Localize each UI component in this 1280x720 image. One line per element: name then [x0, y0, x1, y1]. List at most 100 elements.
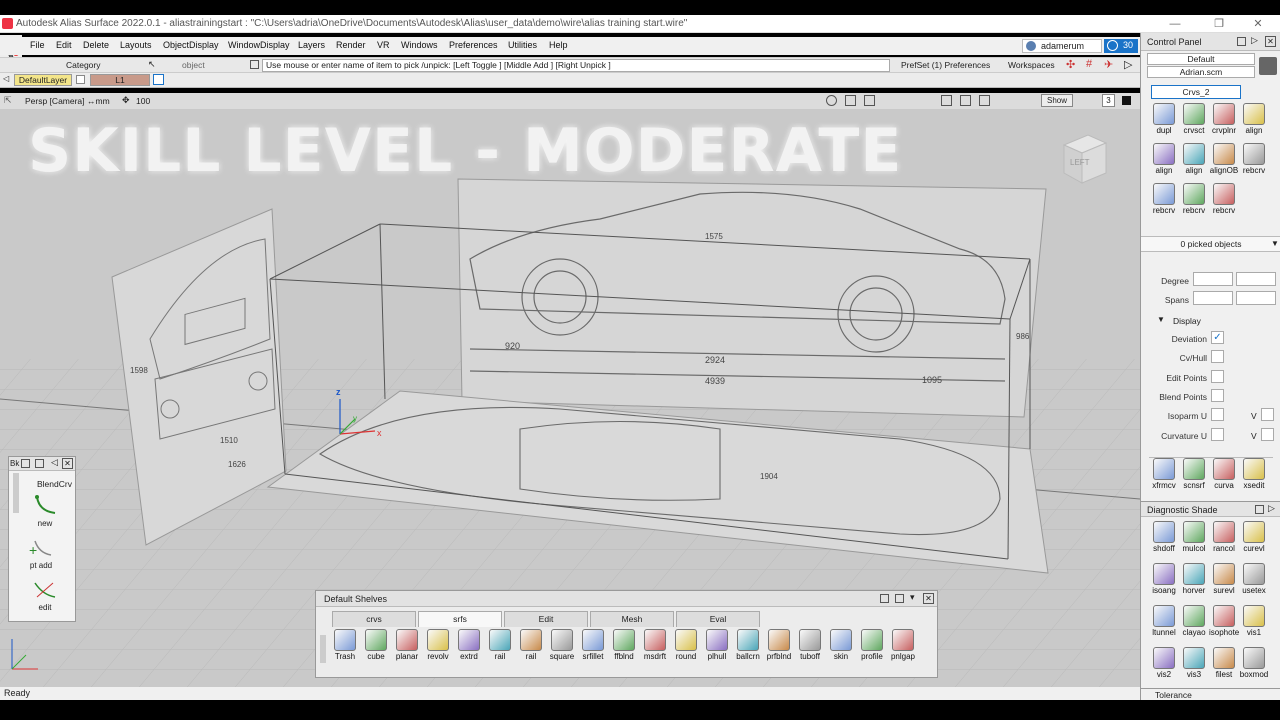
- layer-scroll-left-icon[interactable]: ◁: [3, 74, 9, 83]
- menu-windowdisplay[interactable]: WindowDisplay: [228, 40, 290, 50]
- menu-windows[interactable]: Windows: [401, 40, 438, 50]
- cp-shelf-tab-crvs2[interactable]: Crvs_2: [1151, 85, 1241, 99]
- diag-tool-12[interactable]: vis2: [1149, 647, 1179, 687]
- palette-list-icon[interactable]: [35, 459, 44, 468]
- palette-close-icon[interactable]: ✕: [62, 458, 73, 469]
- picked-dropdown-icon[interactable]: ▼: [1271, 239, 1279, 248]
- notification-badge[interactable]: 30: [1104, 39, 1138, 53]
- cp-preset-select[interactable]: Default: [1147, 53, 1255, 65]
- cp-menu-icon[interactable]: [1237, 37, 1246, 46]
- curve-tool-8[interactable]: rebcrv: [1149, 183, 1179, 223]
- layer-default-checkbox[interactable]: [76, 75, 85, 84]
- cvhull-checkbox[interactable]: [1211, 350, 1224, 363]
- palette-scroll-handle[interactable]: [13, 473, 19, 513]
- shelf-tool-4[interactable]: extrd: [454, 629, 484, 669]
- diag-tool-5[interactable]: horver: [1179, 563, 1209, 603]
- isoparm-v-checkbox[interactable]: [1261, 408, 1274, 421]
- degree-field-2[interactable]: [1236, 272, 1276, 286]
- shelf-tool-5[interactable]: rail: [485, 629, 515, 669]
- palette-collapse-icon[interactable]: ◁: [51, 457, 58, 468]
- shelf-tool-1[interactable]: cube: [361, 629, 391, 669]
- shade-icon[interactable]: [826, 95, 837, 106]
- shelves-dropdown-icon[interactable]: ▾: [910, 592, 915, 603]
- zoom-view-icon[interactable]: [864, 95, 875, 106]
- play-icon[interactable]: ▷: [1124, 58, 1132, 71]
- diag-menu-icon[interactable]: [1255, 505, 1264, 514]
- curvature-u-checkbox[interactable]: [1211, 428, 1224, 441]
- cp-close-icon[interactable]: ✕: [1265, 36, 1276, 47]
- prompt-menu-icon[interactable]: [250, 60, 259, 69]
- frame-icon[interactable]: [845, 95, 856, 106]
- shelf-tool-17[interactable]: profile: [857, 629, 887, 669]
- analysis-tool-3[interactable]: xsedit: [1239, 458, 1269, 498]
- shelf-tool-14[interactable]: prfblnd: [764, 629, 794, 669]
- object-filter[interactable]: object: [182, 60, 205, 70]
- shelf-tool-2[interactable]: planar: [392, 629, 422, 669]
- shelf-tool-15[interactable]: tuboff: [795, 629, 825, 669]
- view-b-icon[interactable]: [960, 95, 971, 106]
- diag-tool-3[interactable]: curevl: [1239, 521, 1269, 561]
- shelves-grip-icon[interactable]: [880, 594, 889, 603]
- analysis-tool-1[interactable]: scnsrf: [1179, 458, 1209, 498]
- diag-tool-9[interactable]: clayao: [1179, 605, 1209, 645]
- picked-objects[interactable]: 0 picked objects: [1141, 236, 1280, 252]
- curve-tool-7[interactable]: rebcrv: [1239, 143, 1269, 183]
- menu-edit[interactable]: Edit: [56, 40, 72, 50]
- shelves-close-icon[interactable]: ✕: [923, 593, 934, 604]
- shelves-scroll-handle[interactable]: [320, 635, 326, 663]
- curve-snap-icon[interactable]: ✈: [1104, 58, 1113, 71]
- camera-label[interactable]: Persp [Camera]: [25, 96, 85, 106]
- diag-tool-6[interactable]: surevl: [1209, 563, 1239, 603]
- curve-tool-9[interactable]: rebcrv: [1179, 183, 1209, 223]
- shelf-tool-16[interactable]: skin: [826, 629, 856, 669]
- shelf-tab-eval[interactable]: Eval: [676, 611, 760, 627]
- diag-tool-13[interactable]: vis3: [1179, 647, 1209, 687]
- minimize-button[interactable]: —: [1160, 16, 1190, 32]
- curve-tool-2[interactable]: crvplnr: [1209, 103, 1239, 143]
- layer-l1[interactable]: L1: [90, 74, 150, 86]
- display-collapse-icon[interactable]: ▼: [1157, 315, 1165, 324]
- view-cube[interactable]: LEFT: [1058, 131, 1108, 185]
- shelf-tab-crvs[interactable]: crvs: [332, 611, 416, 627]
- menu-delete[interactable]: Delete: [83, 40, 109, 50]
- shelf-tab-mesh[interactable]: Mesh: [590, 611, 674, 627]
- shelf-tool-6[interactable]: rail: [516, 629, 546, 669]
- maximize-view-icon[interactable]: [1122, 96, 1131, 105]
- prefset-button[interactable]: PrefSet (1) Preferences: [901, 60, 990, 70]
- shelf-tool-7[interactable]: square: [547, 629, 577, 669]
- view-a-icon[interactable]: [941, 95, 952, 106]
- menu-utilities[interactable]: Utilities: [508, 40, 537, 50]
- curve-tool-10[interactable]: rebcrv: [1209, 183, 1239, 223]
- diag-expand-icon[interactable]: ▷: [1268, 503, 1275, 514]
- shelf-tool-13[interactable]: ballcrn: [733, 629, 763, 669]
- prompt-line[interactable]: Use mouse or enter name of item to pick …: [262, 59, 890, 72]
- analysis-tool-2[interactable]: curva: [1209, 458, 1239, 498]
- viewport-menu-icon[interactable]: ⇱: [4, 95, 12, 106]
- curve-tool-1[interactable]: crvsct: [1179, 103, 1209, 143]
- layer-l1-checkbox[interactable]: [153, 74, 164, 85]
- cp-file-select[interactable]: Adrian.scm: [1147, 66, 1255, 78]
- shelf-tool-9[interactable]: ffblnd: [609, 629, 639, 669]
- blend-new-tool[interactable]: new: [25, 495, 65, 531]
- shelf-tab-edit[interactable]: Edit: [504, 611, 588, 627]
- blend-ptadd-tool[interactable]: + pt add: [21, 537, 61, 573]
- menu-preferences[interactable]: Preferences: [449, 40, 498, 50]
- diag-tool-15[interactable]: boxmod: [1239, 647, 1269, 687]
- analysis-tool-0[interactable]: xfrmcv: [1149, 458, 1179, 498]
- diag-tool-8[interactable]: ltunnel: [1149, 605, 1179, 645]
- menu-help[interactable]: Help: [549, 40, 568, 50]
- tolerance-section[interactable]: Tolerance: [1141, 688, 1280, 700]
- diag-tool-11[interactable]: vis1: [1239, 605, 1269, 645]
- diag-tool-0[interactable]: shdoff: [1149, 521, 1179, 561]
- menu-objectdisplay[interactable]: ObjectDisplay: [163, 40, 219, 50]
- blend-points-checkbox[interactable]: [1211, 389, 1224, 402]
- cp-trash-icon[interactable]: [1259, 57, 1277, 75]
- close-button[interactable]: ✕: [1243, 16, 1273, 32]
- menu-render[interactable]: Render: [336, 40, 366, 50]
- menu-layers[interactable]: Layers: [298, 40, 325, 50]
- menu-vr[interactable]: VR: [377, 40, 390, 50]
- deviation-checkbox[interactable]: ✓: [1211, 331, 1224, 344]
- blend-edit-tool[interactable]: edit: [25, 579, 65, 615]
- 3d-viewport[interactable]: 920 2924 4939 1095 1510 1626 1598 1575 9…: [0, 109, 1140, 687]
- curve-tool-5[interactable]: align: [1179, 143, 1209, 183]
